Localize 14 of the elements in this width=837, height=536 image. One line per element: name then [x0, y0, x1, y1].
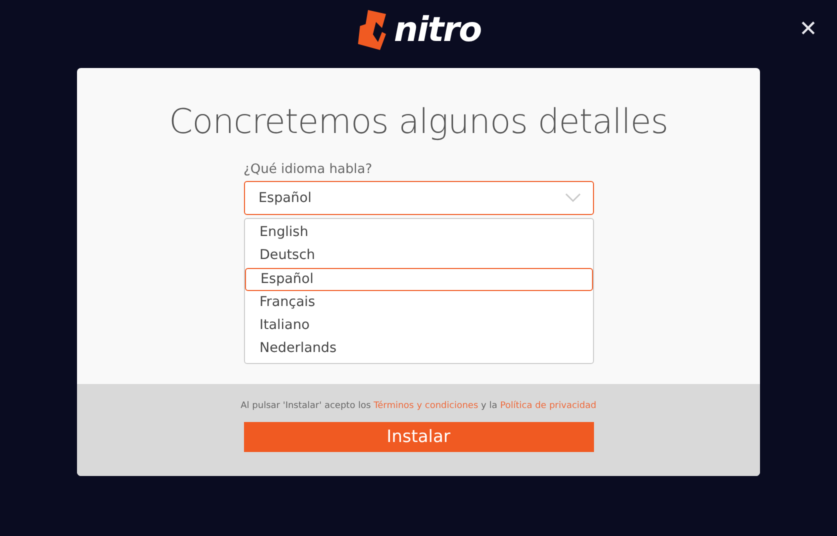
chevron-down-icon	[564, 193, 580, 203]
close-button[interactable]: ✕	[797, 14, 819, 44]
dropdown-option[interactable]: Deutsch	[244, 244, 592, 268]
dropdown-option[interactable]: Français	[244, 290, 592, 314]
heading: Concretemos algunos detalles	[169, 102, 668, 142]
dropdown-option[interactable]: Italiano	[244, 314, 592, 338]
language-dropdown[interactable]: Español	[244, 181, 594, 215]
field-label: ¿Qué idioma habla?	[244, 162, 372, 177]
terms-text: Al pulsar 'Instalar' acepto los Términos y condiciones y la Política de privacidad	[240, 401, 596, 411]
dropdown-value: Español	[258, 190, 312, 206]
logo-text: nitro	[394, 10, 482, 50]
dropdown-option[interactable]: Nederlands	[244, 337, 592, 361]
dropdown-option[interactable]: Español	[244, 268, 592, 291]
dropdown-option[interactable]: English	[244, 221, 592, 244]
